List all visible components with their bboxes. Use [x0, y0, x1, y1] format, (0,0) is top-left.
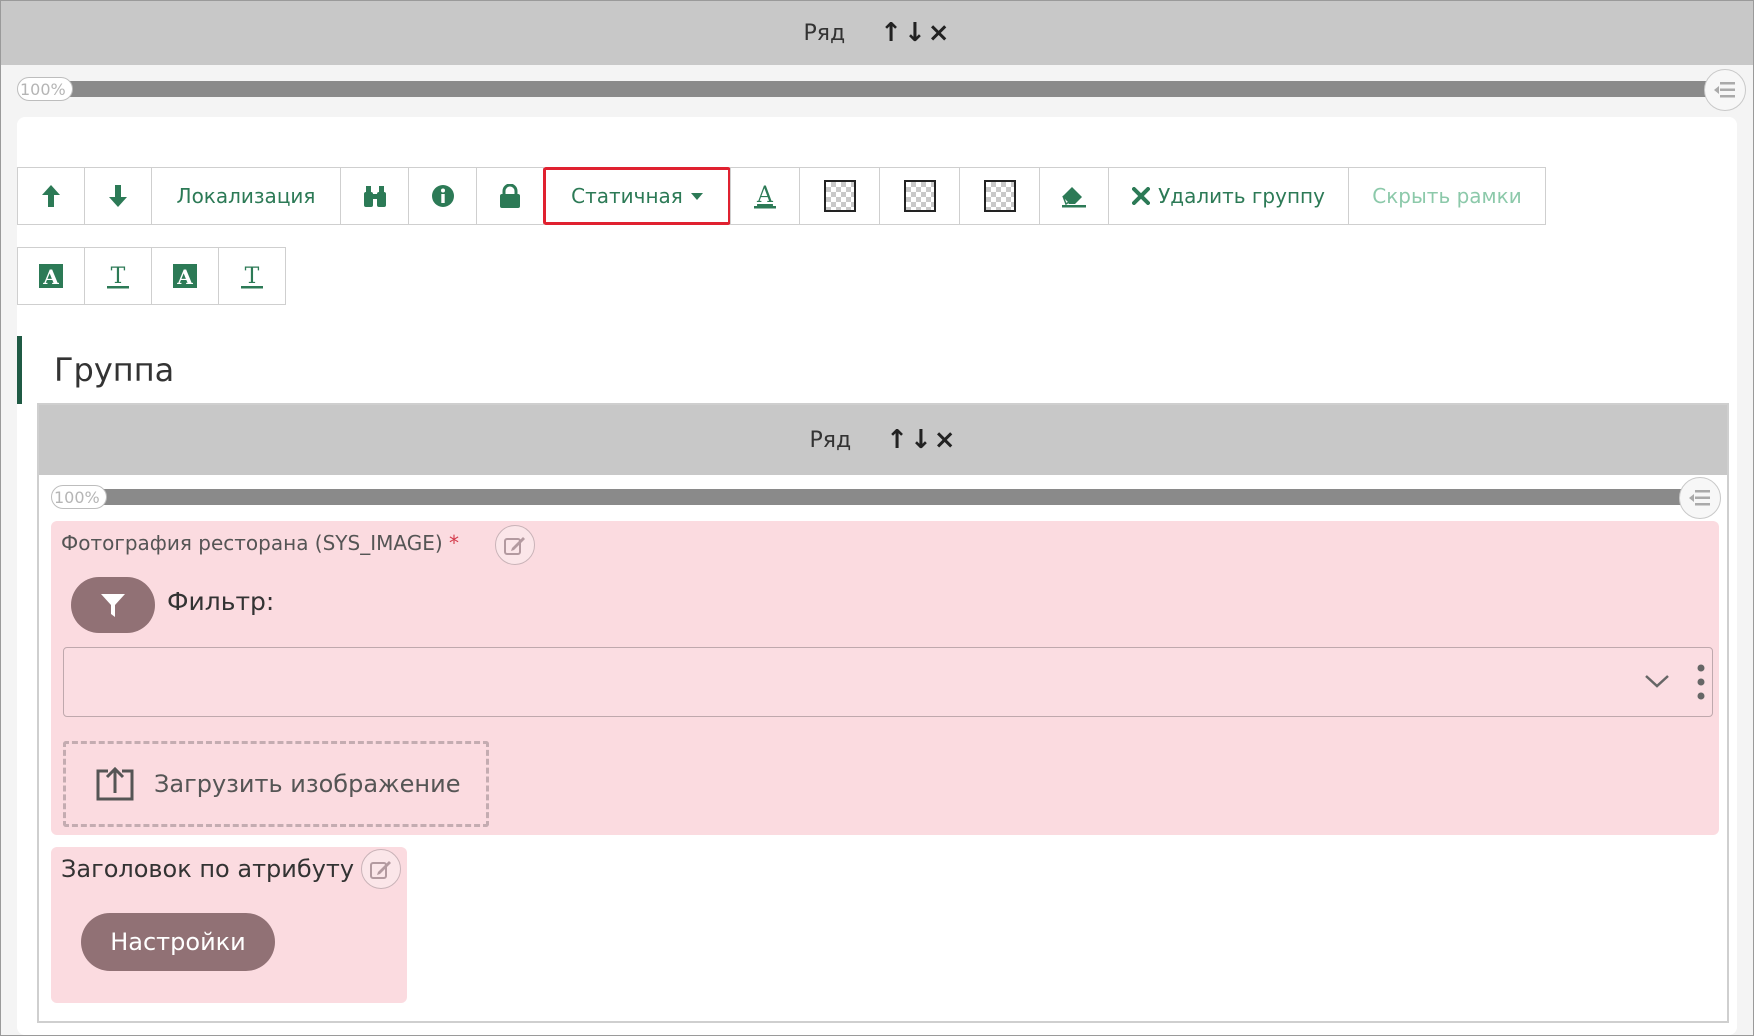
editor-frame: Ряд ↑ ↓ × 100% Локализация Статичная A У…	[0, 0, 1754, 1036]
hide-borders-button[interactable]: Скрыть рамки	[1348, 167, 1546, 225]
binoculars-icon	[363, 186, 386, 207]
arrow-down-icon	[109, 185, 127, 207]
image-select[interactable]	[63, 647, 1713, 717]
localization-button[interactable]: Локализация	[151, 167, 341, 225]
inner-row-label: Ряд	[809, 427, 852, 453]
static-dropdown-button[interactable]: Статичная	[543, 167, 731, 225]
list-menu-icon	[1714, 82, 1735, 98]
outer-row-menu-button[interactable]	[1704, 69, 1746, 111]
upload-icon	[96, 766, 134, 801]
text-highlight-icon: A	[39, 264, 63, 289]
move-group-up-button[interactable]	[17, 167, 85, 225]
group-toolbar: Локализация Статичная A Удалить группу С…	[17, 167, 1546, 225]
delete-group-label: Удалить группу	[1158, 184, 1325, 208]
checkerboard-icon	[823, 180, 856, 212]
outer-row-header: Ряд ↑ ↓ ×	[1, 1, 1753, 65]
text-t-icon: T	[107, 264, 129, 289]
outer-row-move-down-icon[interactable]: ↓	[904, 18, 926, 48]
edit-icon	[504, 537, 525, 555]
background-transparent-button-2[interactable]	[879, 167, 960, 225]
filter-label: Фильтр:	[167, 587, 275, 616]
checkerboard-icon	[903, 180, 936, 212]
upload-image-label: Загрузить изображение	[154, 770, 461, 798]
group-title: Группа	[17, 336, 174, 404]
hide-borders-label: Скрыть рамки	[1372, 184, 1522, 208]
image-field-label: Фотография ресторана (SYS_IMAGE) *	[61, 531, 459, 555]
text-block-bold-button-1[interactable]: A	[17, 247, 85, 305]
svg-text:A: A	[42, 265, 59, 289]
edit-icon	[370, 861, 391, 879]
inner-width-slider[interactable]	[55, 489, 1705, 505]
lock-icon	[500, 184, 520, 208]
svg-text:T: T	[111, 264, 126, 289]
text-highlight-icon: A	[173, 264, 197, 289]
image-field-edit-button[interactable]	[495, 525, 535, 565]
required-mark: *	[449, 531, 459, 555]
text-t-icon: T	[241, 264, 263, 289]
text-format-toolbar: A T A T	[17, 247, 286, 305]
lock-button[interactable]	[476, 167, 544, 225]
delete-group-button[interactable]: Удалить группу	[1108, 167, 1349, 225]
svg-text:A: A	[756, 183, 774, 208]
eraser-button[interactable]	[1039, 167, 1109, 225]
image-field-block: Фотография ресторана (SYS_IMAGE) * Фильт…	[51, 521, 1719, 835]
background-transparent-button-1[interactable]	[799, 167, 880, 225]
attribute-field-edit-button[interactable]	[361, 849, 401, 889]
inner-row-menu-button[interactable]	[1679, 477, 1721, 519]
caret-down-icon	[690, 192, 703, 200]
inner-row-move-up-icon[interactable]: ↑	[886, 425, 908, 455]
inner-row-container: Ряд ↑ ↓ × 100% Фотография ресторана (SYS…	[37, 403, 1729, 1023]
info-button[interactable]	[408, 167, 477, 225]
outer-row-label: Ряд	[803, 20, 846, 46]
text-style-button-2[interactable]: T	[218, 247, 286, 305]
static-dropdown-label: Статичная	[571, 184, 683, 208]
filter-icon	[101, 594, 125, 617]
upload-image-button[interactable]: Загрузить изображение	[63, 741, 489, 827]
filter-button[interactable]	[71, 577, 155, 633]
settings-button[interactable]: Настройки	[81, 913, 275, 971]
inner-row-move-down-icon[interactable]: ↓	[910, 425, 932, 455]
inner-width-percent: 100%	[51, 485, 107, 509]
arrow-up-icon	[42, 185, 60, 207]
more-vertical-icon[interactable]	[1696, 662, 1706, 702]
eraser-icon	[1062, 187, 1086, 208]
inner-row-delete-icon[interactable]: ×	[934, 425, 956, 455]
outer-width-percent: 100%	[17, 77, 73, 101]
text-style-button-1[interactable]: T	[84, 247, 152, 305]
text-color-icon: A	[754, 183, 776, 209]
binoculars-button[interactable]	[340, 167, 409, 225]
attribute-field-label: Заголовок по атрибуту	[61, 855, 355, 883]
image-field-label-text: Фотография ресторана (SYS_IMAGE)	[61, 531, 443, 555]
inner-row-header: Ряд ↑ ↓ ×	[39, 405, 1727, 475]
text-color-button[interactable]: A	[730, 167, 800, 225]
background-transparent-button-3[interactable]	[959, 167, 1040, 225]
chevron-down-icon[interactable]	[1644, 674, 1670, 690]
outer-row-delete-icon[interactable]: ×	[928, 18, 950, 48]
text-block-bold-button-2[interactable]: A	[151, 247, 219, 305]
outer-width-slider[interactable]	[21, 81, 1721, 97]
checkerboard-icon	[983, 180, 1016, 212]
outer-row-move-up-icon[interactable]: ↑	[880, 18, 902, 48]
list-menu-icon	[1689, 490, 1710, 506]
close-icon	[1132, 187, 1151, 205]
attribute-field-block: Заголовок по атрибуту Настройки	[51, 847, 407, 1003]
svg-text:T: T	[245, 264, 260, 289]
svg-text:A: A	[176, 265, 193, 289]
move-group-down-button[interactable]	[84, 167, 152, 225]
localization-label: Локализация	[176, 184, 316, 208]
info-icon	[431, 185, 454, 207]
